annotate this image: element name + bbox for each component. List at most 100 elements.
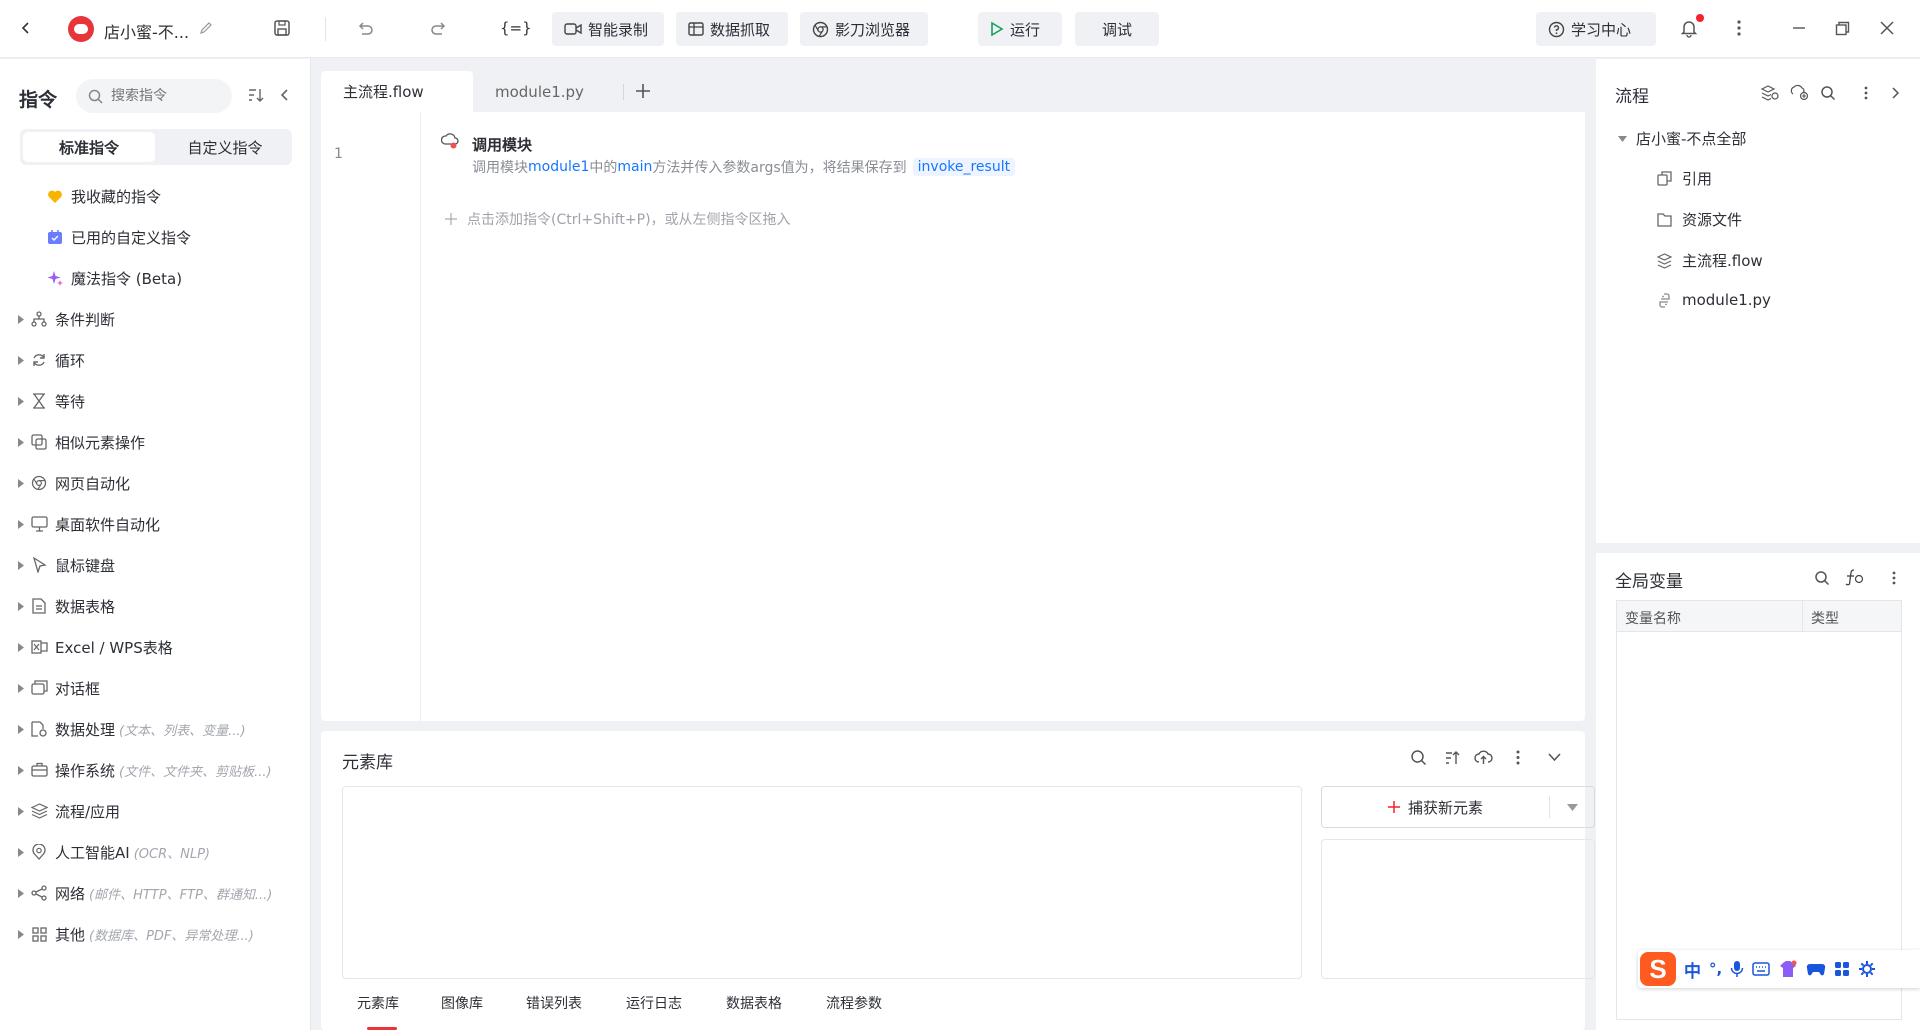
instruction-search-box[interactable] <box>76 79 232 113</box>
debug-button[interactable]: 调试 <box>1075 12 1159 46</box>
smart-record-button[interactable]: 智能录制 <box>552 12 664 46</box>
keyboard-icon[interactable] <box>1752 962 1770 976</box>
close-window-icon[interactable] <box>1875 16 1899 40</box>
caret-right-icon[interactable] <box>0 929 30 939</box>
command-title[interactable]: 调用模块 <box>472 134 532 155</box>
instruction-category[interactable]: Excel / WPS表格 <box>0 634 311 660</box>
caret-right-icon[interactable] <box>0 601 30 611</box>
instruction-category[interactable]: 网页自动化 <box>0 470 311 496</box>
learning-center-button[interactable]: 学习中心 <box>1536 12 1656 46</box>
element-list-area[interactable] <box>342 786 1302 979</box>
redo-icon[interactable] <box>427 16 451 40</box>
caret-right-icon[interactable] <box>0 560 30 570</box>
flow-item-resources[interactable]: 资源文件 <box>1656 209 1742 230</box>
bottom-tab[interactable]: 流程参数 <box>826 993 882 1013</box>
instruction-search-input[interactable] <box>111 88 221 104</box>
bottom-tab[interactable]: 图像库 <box>441 993 483 1013</box>
run-button[interactable]: 运行 <box>978 12 1062 46</box>
instruction-category[interactable]: 流程/应用 <box>0 798 311 824</box>
caret-right-icon[interactable] <box>0 806 30 816</box>
edit-name-icon[interactable] <box>194 16 218 40</box>
element-more-icon[interactable] <box>1516 750 1520 765</box>
caret-right-icon[interactable] <box>0 314 30 324</box>
instruction-category[interactable]: 操作系统 (文件、文件夹、剪贴板...) <box>0 757 311 783</box>
restore-icon[interactable] <box>1830 16 1854 40</box>
add-module-icon[interactable] <box>1790 84 1809 101</box>
add-tab-icon[interactable] <box>635 83 651 99</box>
more-vertical-icon[interactable] <box>1727 16 1751 40</box>
bottom-tab[interactable]: 元素库 <box>357 993 399 1013</box>
instruction-category[interactable]: 条件判断 <box>0 306 311 332</box>
caret-right-icon[interactable] <box>0 642 30 652</box>
minimize-icon[interactable] <box>1787 16 1811 40</box>
ime-settings-icon[interactable] <box>1858 960 1876 978</box>
collapse-right-panel-icon[interactable] <box>1890 86 1900 100</box>
instruction-category[interactable]: 相似元素操作 <box>0 429 311 455</box>
caret-right-icon[interactable] <box>0 478 30 488</box>
caret-right-icon[interactable] <box>0 683 30 693</box>
tab-standard-instructions[interactable]: 标准指令 <box>23 132 155 162</box>
command-description[interactable]: 调用模块 module1 中的 main 方法并传入参数args值为，将结果保存… <box>472 157 1016 177</box>
instruction-category[interactable]: 网络 (邮件、HTTP、FTP、群通知...) <box>0 880 311 906</box>
caret-right-icon[interactable] <box>0 765 30 775</box>
instruction-category[interactable]: 桌面软件自动化 <box>0 511 311 537</box>
instruction-category[interactable]: 循环 <box>0 347 311 373</box>
instruction-category[interactable]: 对话框 <box>0 675 311 701</box>
flow-item-references[interactable]: 引用 <box>1656 168 1712 189</box>
tab-main-flow[interactable]: 主流程.flow <box>321 71 473 112</box>
flow-item-module1[interactable]: module1.py <box>1656 291 1771 309</box>
yingdao-browser-button[interactable]: 影刀浏览器 <box>800 12 928 46</box>
capture-dropdown-icon[interactable] <box>1550 803 1594 811</box>
flow-search-icon[interactable] <box>1820 85 1836 101</box>
add-command-hint[interactable]: 点击添加指令(Ctrl+Shift+P)，或从左侧指令区拖入 <box>445 209 791 229</box>
sort-icon[interactable] <box>247 86 265 104</box>
data-scrape-button[interactable]: 数据抓取 <box>676 12 788 46</box>
undo-icon[interactable] <box>353 16 377 40</box>
element-search-icon[interactable] <box>1410 749 1427 766</box>
caret-right-icon[interactable] <box>0 519 30 529</box>
variable-search-icon[interactable] <box>1814 570 1830 586</box>
bottom-tab[interactable]: 运行日志 <box>626 993 682 1013</box>
save-icon[interactable] <box>270 16 294 40</box>
apps-grid-icon[interactable] <box>1834 961 1850 977</box>
instruction-category[interactable]: 我收藏的指令 <box>0 183 311 209</box>
tab-custom-instructions[interactable]: 自定义指令 <box>160 132 290 162</box>
instruction-category[interactable]: 等待 <box>0 388 311 414</box>
sogou-logo-icon[interactable]: S <box>1640 952 1676 986</box>
ime-chinese-mode[interactable]: 中 <box>1684 957 1701 982</box>
result-variable-tag[interactable]: invoke_result <box>912 158 1016 176</box>
instruction-category[interactable]: 人工智能AI (OCR、NLP) <box>0 839 311 865</box>
caret-right-icon[interactable] <box>0 888 30 898</box>
add-flow-icon[interactable] <box>1760 84 1779 101</box>
caret-right-icon[interactable] <box>0 437 30 447</box>
variables-more-icon[interactable] <box>1892 571 1896 585</box>
microphone-icon[interactable] <box>1730 960 1744 978</box>
bottom-tab[interactable]: 数据表格 <box>726 993 782 1013</box>
upload-cloud-icon[interactable] <box>1474 749 1493 766</box>
capture-element-main[interactable]: 捕获新元素 <box>1322 797 1549 818</box>
skin-shirt-icon[interactable] <box>1778 960 1798 978</box>
flow-more-icon[interactable] <box>1864 86 1868 100</box>
ime-punctuation[interactable]: °, <box>1709 960 1722 978</box>
instruction-category[interactable]: 魔法指令 (Beta) <box>0 265 311 291</box>
caret-right-icon[interactable] <box>0 396 30 406</box>
collapse-element-panel-icon[interactable] <box>1547 751 1562 763</box>
function-icon[interactable] <box>1844 568 1864 586</box>
caret-right-icon[interactable] <box>0 847 30 857</box>
collapse-panel-icon[interactable] <box>279 87 291 103</box>
instruction-category[interactable]: 鼠标键盘 <box>0 552 311 578</box>
caret-right-icon[interactable] <box>0 724 30 734</box>
project-name[interactable]: 店小蜜-不... <box>104 19 189 43</box>
instruction-category[interactable]: 数据表格 <box>0 593 311 619</box>
gamepad-icon[interactable] <box>1806 961 1826 977</box>
instruction-category[interactable]: 已用的自定义指令 <box>0 224 311 250</box>
instruction-category[interactable]: 其他 (数据库、PDF、异常处理...) <box>0 921 311 947</box>
instruction-category[interactable]: 数据处理 (文本、列表、变量...) <box>0 716 311 742</box>
back-icon[interactable] <box>14 16 38 40</box>
code-view-icon[interactable]: {=} <box>500 19 532 37</box>
caret-right-icon[interactable] <box>0 355 30 365</box>
tab-module1[interactable]: module1.py <box>473 71 643 112</box>
capture-element-button[interactable]: 捕获新元素 <box>1321 786 1595 828</box>
flow-root-node[interactable]: 店小蜜-不点全部 <box>1618 128 1746 149</box>
bottom-tab[interactable]: 错误列表 <box>526 993 582 1013</box>
